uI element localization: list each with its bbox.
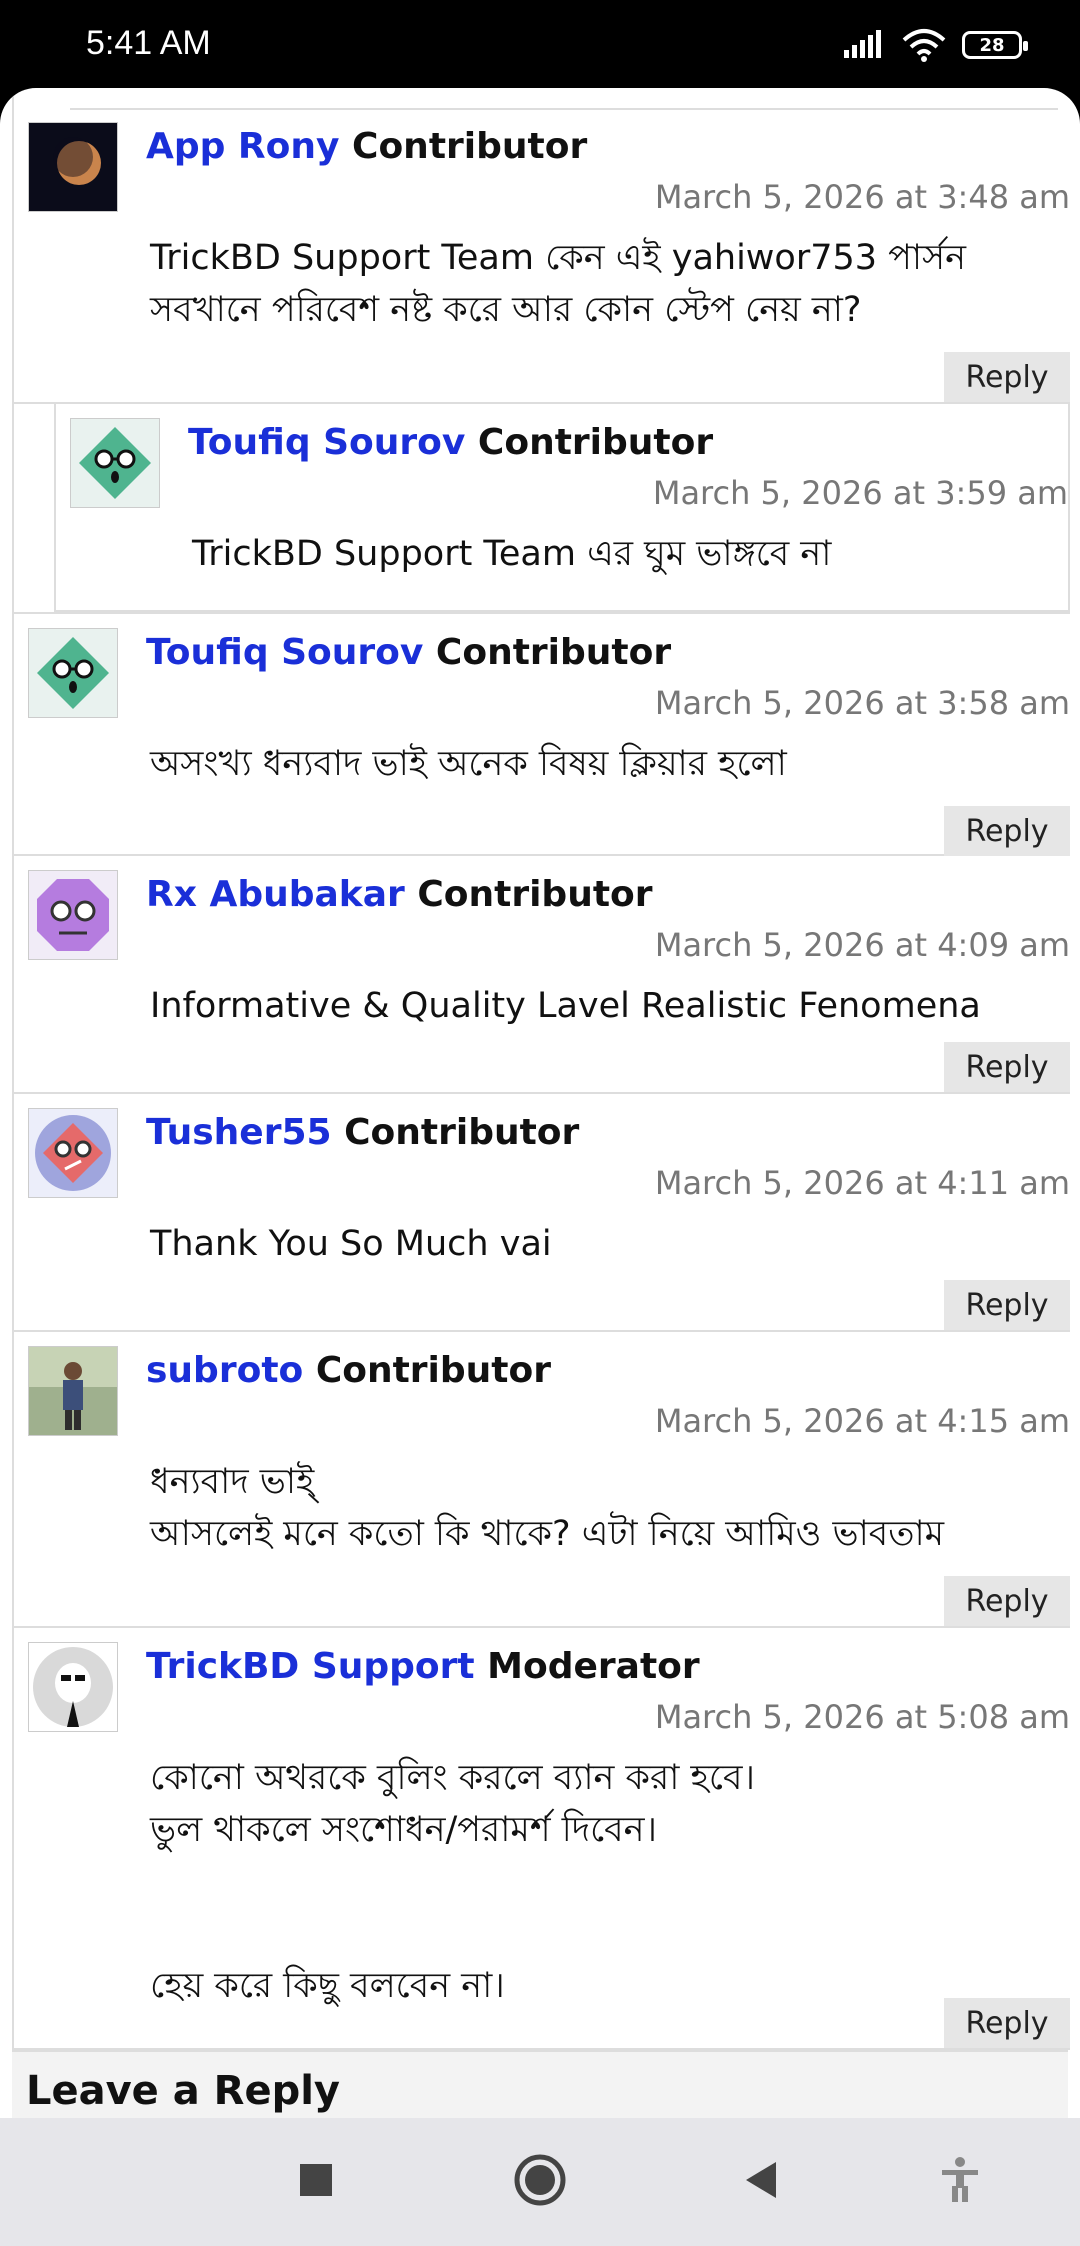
comment-item: Toufiq Sourov Contributor March 5, 2026 … [14, 612, 1070, 856]
author-link[interactable]: TrickBD Support [146, 1646, 475, 1687]
home-circle-icon [514, 2154, 566, 2206]
author-link[interactable]: Toufiq Sourov [188, 422, 465, 463]
support-agent-avatar-icon [29, 1643, 117, 1731]
comment-date[interactable]: March 5, 2026 at 3:48 am [655, 178, 1070, 216]
comments-frame: App Rony Contributor March 5, 2026 at 3:… [12, 88, 1070, 2118]
comment-item: subroto Contributor March 5, 2026 at 4:1… [14, 1332, 1070, 1628]
author-link[interactable]: subroto [146, 1350, 303, 1391]
avatar[interactable] [28, 1108, 118, 1198]
comment-date[interactable]: March 5, 2026 at 5:08 am [655, 1698, 1070, 1736]
square-icon [300, 2164, 332, 2196]
comment-header: subroto Contributor [146, 1350, 551, 1391]
comment-item: App Rony Contributor March 5, 2026 at 3:… [14, 108, 1070, 404]
author-link[interactable]: App Rony [146, 126, 339, 167]
reply-button[interactable]: Reply [944, 806, 1070, 856]
comment-text: কোনো অথরকে বুলিং করলে ব্যান করা হবে। ভুল… [150, 1758, 755, 2006]
comment-date[interactable]: March 5, 2026 at 4:11 am [655, 1164, 1070, 1202]
avatar[interactable] [28, 628, 118, 718]
avatar[interactable] [28, 1346, 118, 1436]
comment-date[interactable]: March 5, 2026 at 4:15 am [655, 1402, 1070, 1440]
status-bar: 5:41 AM 28 [0, 0, 1080, 90]
comment-text: Informative & Quality Lavel Realistic Fe… [150, 986, 981, 1026]
back-button[interactable] [728, 2148, 792, 2212]
comment-header: App Rony Contributor [146, 126, 587, 167]
author-link[interactable]: Rx Abubakar [146, 874, 405, 915]
battery-level: 28 [979, 34, 1005, 56]
reply-button[interactable]: Reply [944, 352, 1070, 402]
accessibility-button[interactable] [928, 2148, 992, 2212]
comments-page: App Rony Contributor March 5, 2026 at 3:… [0, 88, 1080, 2118]
avatar[interactable] [28, 122, 118, 212]
avatar[interactable] [70, 418, 160, 508]
recents-button[interactable] [284, 2148, 348, 2212]
person-photo-avatar-icon [29, 1347, 117, 1435]
author-role: Contributor [435, 632, 672, 673]
avatar[interactable] [28, 870, 118, 960]
glasses-face-avatar-icon [71, 419, 159, 507]
red-face-avatar-icon [29, 1109, 117, 1197]
comment-text: Thank You So Much vai [150, 1224, 552, 1264]
avatar[interactable] [28, 1642, 118, 1732]
home-button[interactable] [508, 2148, 572, 2212]
signal-icon [844, 30, 881, 58]
leave-reply-heading: Leave a Reply [26, 2068, 341, 2114]
system-nav-bar [0, 2118, 1080, 2246]
reply-button[interactable]: Reply [944, 1576, 1070, 1626]
comment-text: TrickBD Support Team কেন এই yahiwor753 প… [150, 238, 967, 330]
comment-header: Toufiq Sourov Contributor [146, 632, 671, 673]
author-role: Contributor [352, 126, 588, 167]
reply-button[interactable]: Reply [944, 1042, 1070, 1092]
accessibility-icon [942, 2157, 978, 2202]
comment-item: Tusher55 Contributor March 5, 2026 at 4:… [14, 1094, 1070, 1332]
planet-avatar-icon [29, 123, 117, 211]
comment-item-nested: Toufiq Sourov Contributor March 5, 2026 … [14, 404, 1070, 612]
comment-date[interactable]: March 5, 2026 at 3:58 am [655, 684, 1070, 722]
nested-comment-box: Toufiq Sourov Contributor March 5, 2026 … [54, 404, 1070, 612]
author-role: Contributor [315, 1350, 551, 1391]
glasses-face-avatar-icon [29, 629, 117, 717]
author-role: Contributor [417, 874, 653, 915]
comment-text: ধন্যবাদ ভাই্ আসলেই মনে কতো কি থাকে? এটা … [150, 1462, 945, 1554]
comment-date[interactable]: March 5, 2026 at 4:09 am [655, 926, 1070, 964]
comment-text: অসংখ্য ধন্যবাদ ভাই অনেক বিষয় ক্লিয়ার হ… [150, 744, 787, 784]
comment-header: TrickBD Support Moderator [146, 1646, 700, 1687]
reply-button[interactable]: Reply [944, 1280, 1070, 1330]
wifi-icon [902, 29, 946, 62]
author-role: Moderator [487, 1646, 700, 1687]
battery-icon: 28 [962, 31, 1028, 59]
comment-text: TrickBD Support Team এর ঘুম ভাঙ্গবে না [192, 534, 832, 574]
author-link[interactable]: Toufiq Sourov [146, 632, 423, 673]
leave-reply-section: Leave a Reply [12, 2050, 1068, 2118]
author-role: Contributor [477, 422, 714, 463]
comment-header: Toufiq Sourov Contributor [188, 422, 713, 463]
status-time: 5:41 AM [86, 24, 211, 62]
comment-header: Rx Abubakar Contributor [146, 874, 653, 915]
comment-item: Rx Abubakar Contributor March 5, 2026 at… [14, 856, 1070, 1094]
comment-header: Tusher55 Contributor [146, 1112, 579, 1153]
author-link[interactable]: Tusher55 [146, 1112, 332, 1153]
purple-face-avatar-icon [29, 871, 117, 959]
reply-button[interactable]: Reply [944, 1998, 1070, 2048]
comment-date[interactable]: March 5, 2026 at 3:59 am [653, 474, 1068, 512]
comment-item: TrickBD Support Moderator March 5, 2026 … [14, 1628, 1070, 2050]
back-triangle-icon [746, 2162, 776, 2198]
author-role: Contributor [344, 1112, 580, 1153]
